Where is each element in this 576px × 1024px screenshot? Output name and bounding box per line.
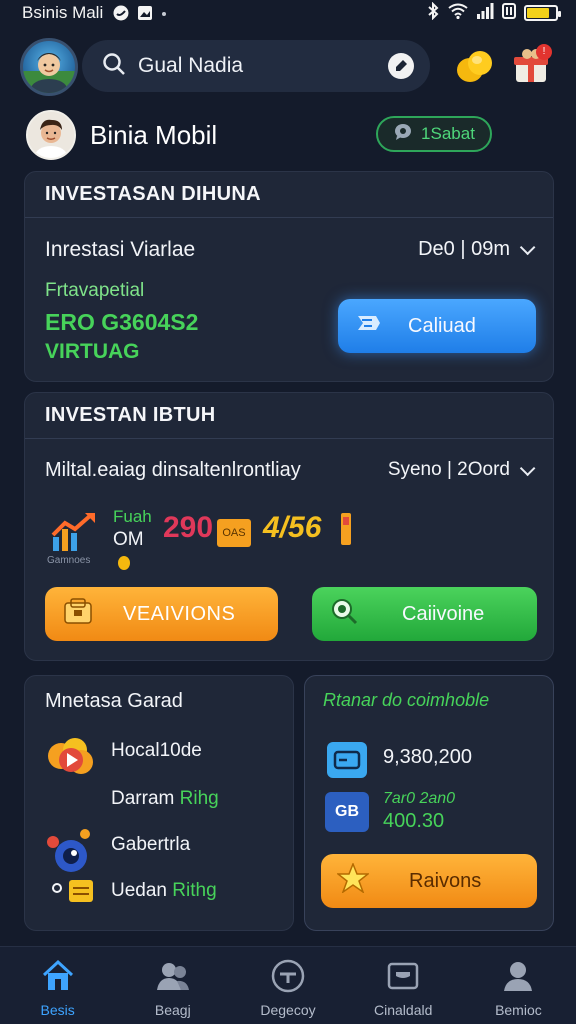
options-button-label: VEAIVIONS: [123, 602, 236, 625]
rewards-button-label: Raivons: [409, 869, 482, 892]
nav-label: Cinaldald: [374, 1002, 433, 1018]
status-bar: Bsinis Mali: [0, 0, 576, 26]
value-1: 9,380,200: [383, 746, 472, 768]
chevron-down-icon: [519, 239, 536, 256]
robot-icon[interactable]: [43, 826, 99, 917]
users-icon: [155, 959, 191, 996]
stat-label-2: OM: [113, 529, 144, 550]
nav-profile[interactable]: Bemioc: [461, 947, 576, 1024]
period-dropdown[interactable]: Syeno | 2Oord: [387, 459, 536, 481]
list-item[interactable]: Hocal10de: [111, 740, 202, 762]
rewards-button[interactable]: Raivons: [321, 854, 537, 908]
search-icon: [102, 52, 126, 81]
nav-label: Degecoy: [260, 1002, 316, 1018]
calculation-button[interactable]: Caiivoine: [312, 587, 537, 641]
stat-tag-1: OAS: [217, 519, 251, 547]
wallet-icon: [385, 959, 421, 996]
list-item-sub-suffix: Rithg: [172, 880, 217, 901]
chart-icon: [49, 509, 101, 558]
card-icon: [325, 740, 369, 785]
row-title: Miltal.eaiag dinsaltenlrontliay: [45, 459, 301, 481]
bar-icon: [339, 513, 353, 550]
chevron-down-icon: [519, 460, 536, 476]
stat-caption: Gamnoes: [47, 555, 91, 566]
amount-value: ERO G3604S2: [45, 309, 199, 335]
section-title: Mnetasa Garad: [45, 690, 183, 712]
signal-icon: [476, 2, 494, 24]
bluetooth-icon: [426, 1, 440, 25]
nav-label: Beagj: [154, 1002, 191, 1018]
gb-icon: GB: [325, 792, 369, 832]
search-icon: [330, 597, 358, 631]
avatar[interactable]: [20, 38, 78, 96]
calculate-button-label: Caliuad: [408, 314, 476, 337]
calculation-button-label: Caiivoine: [402, 602, 485, 625]
chat-icon: [393, 123, 413, 146]
list-item-sub-prefix: Uedan: [111, 880, 167, 901]
section-title: Rtanar do coimhoble: [323, 690, 490, 710]
amount-label: Frtavapetial: [45, 280, 145, 301]
status-badge[interactable]: 1Sabat: [376, 116, 492, 152]
profile-row: Binia Mobil 1Sabat: [24, 108, 554, 164]
nav-home[interactable]: Besis: [0, 947, 115, 1024]
period-value: De0 | 09m: [418, 238, 510, 260]
amount-sub: VIRTUAG: [45, 340, 140, 363]
gauge-icon: [270, 959, 306, 996]
period-dropdown[interactable]: De0 | 09m: [418, 238, 536, 261]
section-title: INVESTAN IBTUH: [25, 393, 553, 439]
stats-row: Gamnoes Fuah OM 290 OAS 4/56: [47, 507, 387, 571]
value-2-top: 7ar0 2an0: [383, 790, 456, 807]
search-bar[interactable]: Gual Nadia: [82, 40, 430, 92]
list-item-sub: Darram Rihg: [111, 788, 219, 810]
coin-icon: [117, 555, 131, 576]
summary-card-left: Mnetasa Garad Hocal10de Darram Rihg Gabe…: [24, 675, 294, 931]
image-icon: [137, 5, 153, 21]
badge-label: 1Sabat: [421, 124, 475, 143]
play-icon[interactable]: [45, 734, 97, 787]
nav-label: Bemioc: [495, 1002, 542, 1018]
star-icon: [335, 861, 371, 899]
coin-button[interactable]: [454, 46, 494, 86]
nav-label: Besis: [40, 1002, 75, 1018]
period-value: Syeno | 2Oord: [387, 459, 510, 480]
list-item-sub: Uedan Rithg: [111, 880, 217, 902]
stat-value-2: 4/56: [263, 511, 322, 544]
profile-avatar[interactable]: [26, 110, 76, 160]
list-item[interactable]: Gabertrla: [111, 834, 190, 856]
mic-icon[interactable]: [388, 53, 414, 79]
battery-icon: [524, 5, 561, 21]
person-icon: [500, 959, 536, 996]
search-input[interactable]: Gual Nadia: [138, 54, 243, 78]
wifi-icon: [448, 3, 468, 24]
profile-name: Binia Mobil: [90, 120, 218, 150]
notification-badge: !: [536, 44, 552, 60]
twitter-icon: [113, 5, 129, 21]
bottom-nav: Besis Beagj Degecoy Cinaldald Bemioc: [0, 946, 576, 1024]
carrier-name: Bsinis Mali: [22, 3, 104, 22]
nav-users[interactable]: Beagj: [115, 947, 230, 1024]
section-title: INVESTASAN DIHUNA: [25, 172, 553, 218]
investment-card-1: INVESTASAN DIHUNA Inrestasi Viarlae De0 …: [24, 171, 554, 382]
home-icon: [40, 959, 76, 996]
summary-card-right: Rtanar do coimhoble 9,380,200 GB 7ar0 2a…: [304, 675, 554, 931]
nav-gauge[interactable]: Degecoy: [230, 947, 345, 1024]
calculate-button[interactable]: Caliuad: [338, 299, 536, 353]
investment-card-2: INVESTAN IBTUH Miltal.eaiag dinsaltenlro…: [24, 392, 554, 661]
value-2-bottom: 400.30: [383, 810, 445, 832]
stat-label-1: Fuah: [113, 507, 152, 526]
nfc-icon: [502, 2, 516, 24]
row-title: Inrestasi Viarlae: [45, 238, 196, 261]
list-item-sub-prefix: Darram: [111, 788, 175, 809]
gb-icon-label: GB: [335, 803, 359, 820]
send-icon: [356, 312, 382, 340]
coin-icon: [457, 51, 492, 82]
nav-wallet[interactable]: Cinaldald: [346, 947, 461, 1024]
dot-icon: [161, 5, 167, 21]
list-item-sub-suffix: Rihg: [179, 788, 219, 809]
options-button[interactable]: VEAIVIONS: [45, 587, 278, 641]
gift-button[interactable]: !: [512, 44, 552, 86]
stat-value-1: 290: [163, 511, 214, 544]
wallet-icon: [63, 597, 93, 631]
top-bar: Gual Nadia !: [20, 36, 560, 98]
